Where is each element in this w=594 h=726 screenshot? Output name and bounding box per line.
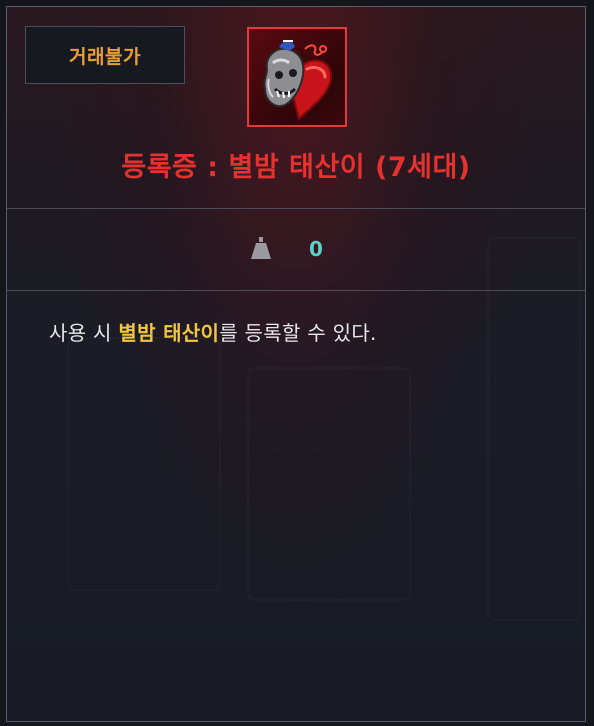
item-description: 사용 시 별밤 태산이를 등록할 수 있다. — [49, 317, 377, 346]
weight-icon — [251, 237, 271, 259]
item-tooltip: 거래불가 등록증 : 별밤 태산이 (7세대) 0 사용 시 별밤 태산이를 등… — [6, 6, 586, 722]
description-highlight: 별밤 태산이 — [118, 321, 220, 345]
description-suffix: 를 등록할 수 있다. — [219, 321, 377, 345]
background-art — [67, 337, 221, 591]
untradeable-label: 거래불가 — [69, 45, 141, 68]
weight-row: 0 — [7, 209, 585, 291]
item-icon-frame[interactable] — [247, 27, 347, 127]
item-title: 등록증 : 별밤 태산이 (7세대) — [121, 152, 471, 183]
weight-value: 0 — [309, 237, 323, 261]
description-prefix: 사용 시 — [49, 321, 119, 345]
background-art — [247, 367, 411, 601]
heart-skull-icon — [263, 40, 333, 121]
untradeable-badge: 거래불가 — [25, 26, 185, 84]
tooltip-header: 거래불가 등록증 : 별밤 태산이 (7세대) — [7, 7, 585, 209]
background-art — [487, 237, 581, 621]
